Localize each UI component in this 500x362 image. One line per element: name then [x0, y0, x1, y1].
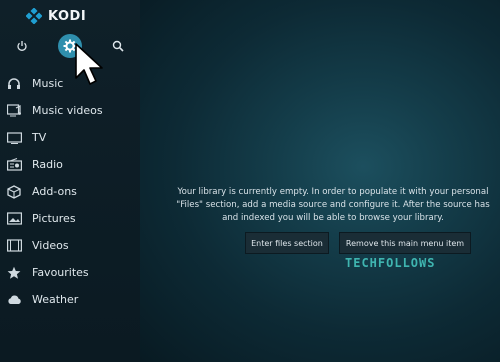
- sidebar-item-label: Music videos: [32, 104, 103, 117]
- headphones-icon: [6, 76, 22, 91]
- sidebar-item-videos[interactable]: Videos: [0, 232, 140, 259]
- enter-files-section-button[interactable]: Enter files section: [245, 232, 329, 254]
- sidebar-item-tv[interactable]: TV: [0, 124, 140, 151]
- kodi-logo: KODI: [26, 7, 86, 25]
- empty-library-message: Your library is currently empty. In orde…: [148, 186, 500, 225]
- sidebar-item-weather[interactable]: Weather: [0, 286, 140, 313]
- sidebar-item-label: Weather: [32, 293, 79, 306]
- search-icon: [112, 40, 124, 52]
- star-icon: [6, 265, 22, 280]
- message-line-3: and indexed you will be able to browse y…: [222, 213, 444, 223]
- message-line-1: Your library is currently empty. In orde…: [177, 187, 489, 197]
- music-video-icon: [6, 103, 22, 118]
- film-icon: [6, 238, 22, 253]
- sidebar-item-radio[interactable]: Radio: [0, 151, 140, 178]
- cloud-icon: [6, 292, 22, 307]
- sidebar-item-label: Videos: [32, 239, 69, 252]
- search-button[interactable]: [106, 34, 130, 58]
- watermark-text: TECHFOLLOWS: [345, 256, 436, 270]
- sidebar-item-label: Favourites: [32, 266, 89, 279]
- addons-icon: [6, 184, 22, 199]
- sidebar-item-label: Pictures: [32, 212, 76, 225]
- sidebar-item-label: Add-ons: [32, 185, 77, 198]
- mouse-cursor-icon: [75, 43, 103, 85]
- app-title: KODI: [48, 8, 87, 24]
- remove-menu-item-button[interactable]: Remove this main menu item: [339, 232, 471, 254]
- sidebar-item-favourites[interactable]: Favourites: [0, 259, 140, 286]
- sidebar: KODI Music Music videos TV Radio Add-ons…: [0, 0, 141, 362]
- sidebar-item-add-ons[interactable]: Add-ons: [0, 178, 140, 205]
- pictures-icon: [6, 211, 22, 226]
- main-menu: Music Music videos TV Radio Add-ons Pict…: [0, 70, 140, 313]
- sidebar-item-pictures[interactable]: Pictures: [0, 205, 140, 232]
- main-content: Your library is currently empty. In orde…: [140, 0, 500, 362]
- sidebar-item-music-videos[interactable]: Music videos: [0, 97, 140, 124]
- sidebar-item-label: Music: [32, 77, 64, 90]
- sidebar-item-label: TV: [32, 131, 47, 144]
- tv-icon: [6, 130, 22, 145]
- kodi-logo-icon: [26, 8, 42, 24]
- sidebar-item-music[interactable]: Music: [0, 70, 140, 97]
- power-icon: [17, 41, 27, 51]
- sidebar-item-label: Radio: [32, 158, 63, 171]
- power-button[interactable]: [10, 34, 34, 58]
- radio-icon: [6, 157, 22, 172]
- message-line-2: "Files" section, add a media source and …: [176, 200, 490, 210]
